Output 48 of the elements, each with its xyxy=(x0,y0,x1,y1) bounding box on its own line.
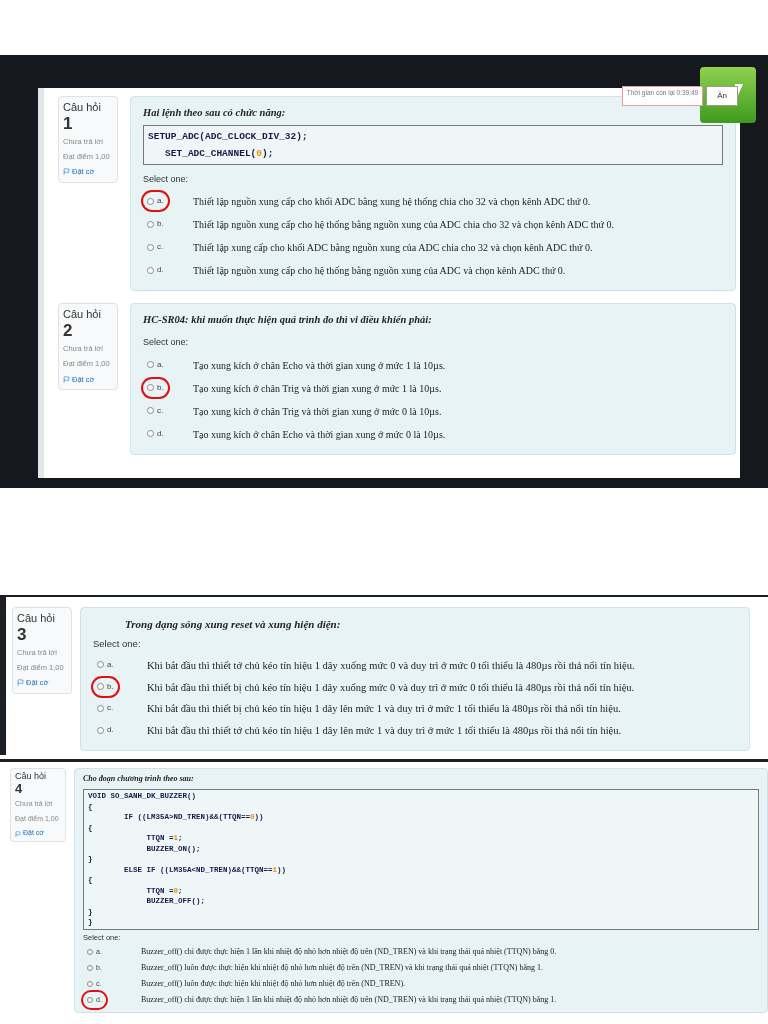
question-number: 1 xyxy=(63,114,74,132)
question-number: 4 xyxy=(15,782,24,796)
answer-option-radio[interactable]: b. xyxy=(97,680,114,693)
answer-option-text: Khi bắt đầu thì thiết tớ chủ kéo tín hiệu 1 dây lên mức 1 và duy trì ở mức 1 tối thiểu là 480µs rồi thả nổi tín hiệu. xyxy=(147,724,622,738)
question-prompt: Hai lệnh theo sau có chức năng: xyxy=(143,106,287,120)
answer-option-radio[interactable]: c. xyxy=(97,702,114,715)
question-label: Câu hỏi xyxy=(17,612,56,626)
answer-option-radio[interactable]: b. xyxy=(147,381,164,394)
answer-option-text: Tạo xung kích ở chân Echo và thời gian xung ở mức 1 là 10µs. xyxy=(193,358,446,373)
flag-icon xyxy=(63,168,70,176)
answer-option-text: Buzzer_off() chỉ được thực hiện 1 lần khi nhiệt độ nhỏ hơn nhiệt độ trên (ND_TREN) và khi trạng thái quá nhiệt (TTQN) bằng 0. xyxy=(141,945,557,958)
select-one-label: Select one: xyxy=(93,636,142,651)
question-label: Câu hỏi xyxy=(63,308,102,322)
answer-option-text: Tạo xung kích ở chân Echo và thời gian xung ở mức 0 là 10µs. xyxy=(193,427,446,442)
answer-option-text: Buzzer_off() luôn được thực hiện khi nhiệt độ nhỏ hơn nhiệt độ trên (ND_TREN) và khi trạng thái quá nhiệt (TTQN) bằng 1. xyxy=(141,961,543,974)
answer-option-text: Buzzer_off() luôn được thực hiện khi nhiệt độ nhỏ hơn nhiệt độ trên (ND_TREN). xyxy=(141,977,406,990)
answer-option-radio[interactable]: d. xyxy=(97,724,114,736)
answer-option-text: Thiết lập nguồn xung cấp cho hệ thống bằng nguồn xung của ADC và chọn kênh ADC thứ 0. xyxy=(193,264,566,279)
answer-option-text: Tạo xung kích ở chân Trig và thời gian xung ở mức 0 là 10µs. xyxy=(193,404,442,419)
question-prompt: Trong dạng sóng xung reset và xung hiện diện: xyxy=(125,617,342,632)
question-prompt: Cho đoạn chương trình theo sau: xyxy=(83,773,195,785)
flag-icon xyxy=(17,679,24,687)
answer-option-text: Thiết lập nguồn xung cấp cho khối ADC bằng xung hệ thống chia cho 32 và chọn kênh ADC thứ 0. xyxy=(193,195,591,210)
answer-option-radio[interactable]: a. xyxy=(97,658,114,671)
question-number: 2 xyxy=(63,322,74,339)
code-block: SETUP_ADC(ADC_CLOCK_DIV_32); SET_ADC_CHANNEL(0); xyxy=(143,124,723,165)
question-number: 3 xyxy=(17,625,28,643)
select-one-label: Select one: xyxy=(143,336,190,349)
answer-option-text: Khi bắt đầu thì thiết bị chủ kéo tín hiệu 1 dây xuống mức 0 và duy trì ở mức 0 tối thiểu là 480µs rồi thả nổi tín hiệu. xyxy=(147,680,635,695)
answer-option-text: Buzzer_off() chỉ được thực hiện 1 lần khi nhiệt độ nhỏ hơn nhiệt độ trên (ND_TREN) và khi trạng thái quá nhiệt (TTQN) bằng 1. xyxy=(141,993,557,1006)
answer-option-text: Thiết lập xung cấp cho khối ADC bằng nguồn xung của ADC chia cho 32 và chọn kênh ADC thứ 0. xyxy=(193,241,593,256)
answer-option-text: Tạo xung kích ở chân Trig và thời gian xung ở mức 1 là 10µs. xyxy=(193,381,442,396)
flag-icon xyxy=(63,375,70,383)
question-label: Câu hỏi xyxy=(15,771,48,783)
answer-option-radio[interactable]: c. xyxy=(147,241,164,254)
answer-option-radio[interactable]: b. xyxy=(147,218,164,231)
question-label: Câu hỏi xyxy=(63,101,102,115)
answer-option-radio[interactable]: c. xyxy=(147,404,164,417)
flag-icon xyxy=(15,830,21,837)
answer-option-radio[interactable]: d. xyxy=(147,264,164,277)
answer-option-text: Khi bắt đầu thì thiết tớ chủ kéo tín hiệu 1 dây xuống mức 0 và duy trì ở mức 0 tối thiểu là 480µs rồi thả nổi tín hiệu. xyxy=(147,658,635,673)
answer-option-radio[interactable]: a. xyxy=(147,358,164,371)
question-prompt: HC-SR04: khi muốn thực hiện quá trình đo thì vi điều khiển phải: xyxy=(143,313,433,328)
answer-option-text: Thiết lập nguồn xung cấp cho hệ thống bằng nguồn xung của ADC chia cho 32 và chọn kênh ADC thứ 0. xyxy=(193,218,614,233)
select-one-label: Select one: xyxy=(143,172,190,186)
answer-option-radio[interactable]: d. xyxy=(147,427,164,440)
answer-option-radio[interactable]: a. xyxy=(147,195,164,208)
answer-option-text: Khi bắt đầu thì thiết bị chủ kéo tín hiệu 1 dây lên mức 1 và duy trì ở mức 1 tối thiểu là 480µs rồi thả nổi tín hiệu. xyxy=(147,702,621,717)
